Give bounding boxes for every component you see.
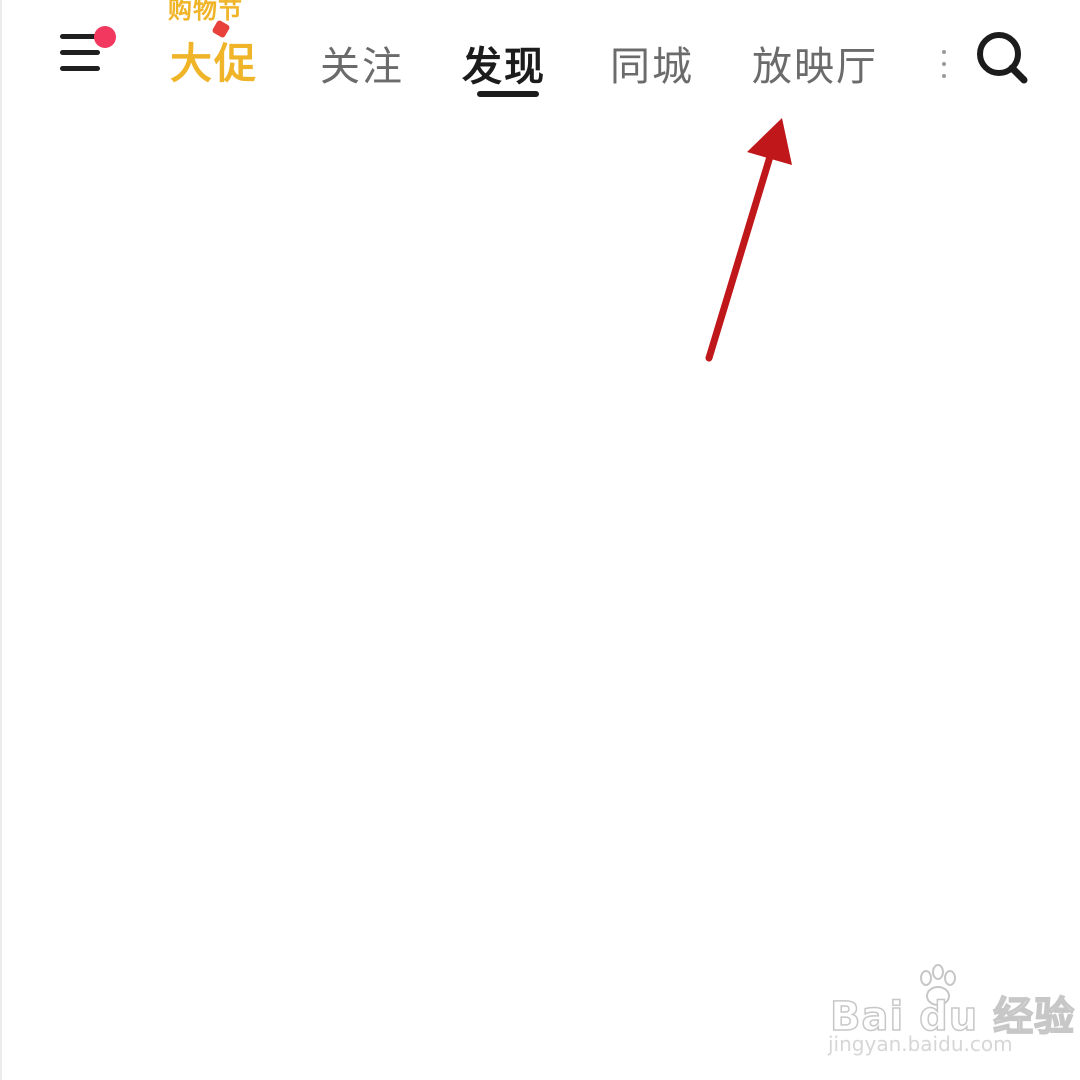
promo-big-text: 大促: [170, 39, 259, 88]
app-screen: 购物节 大促 关注 发现 同城 放映厅 Bai du 经验 jingyan.ba…: [0, 0, 1080, 1080]
menu-line: [60, 50, 100, 55]
baidu-watermark: Bai du 经验 jingyan.baidu.com: [824, 964, 1075, 1064]
tab-screening-room[interactable]: 放映厅: [752, 34, 878, 92]
menu-button[interactable]: [54, 26, 118, 82]
search-icon: [977, 32, 1028, 84]
top-navigation-bar: 购物节 大促 关注 发现 同城 放映厅: [2, 0, 1080, 110]
watermark-url: jingyan.baidu.com: [828, 1032, 1013, 1056]
more-dots-icon[interactable]: [938, 42, 950, 82]
tab-local[interactable]: 同城: [610, 34, 694, 92]
annotation-arrow: [705, 118, 792, 362]
notification-dot: [94, 26, 116, 48]
tab-follow[interactable]: 关注: [320, 34, 404, 92]
promo-small-text: 购物节: [168, 0, 243, 24]
tab-discover[interactable]: 发现: [462, 34, 546, 92]
menu-line: [60, 66, 100, 71]
active-tab-indicator: [477, 91, 539, 97]
promo-badge[interactable]: 购物节 大促: [162, 0, 272, 90]
search-button[interactable]: [972, 28, 1032, 88]
